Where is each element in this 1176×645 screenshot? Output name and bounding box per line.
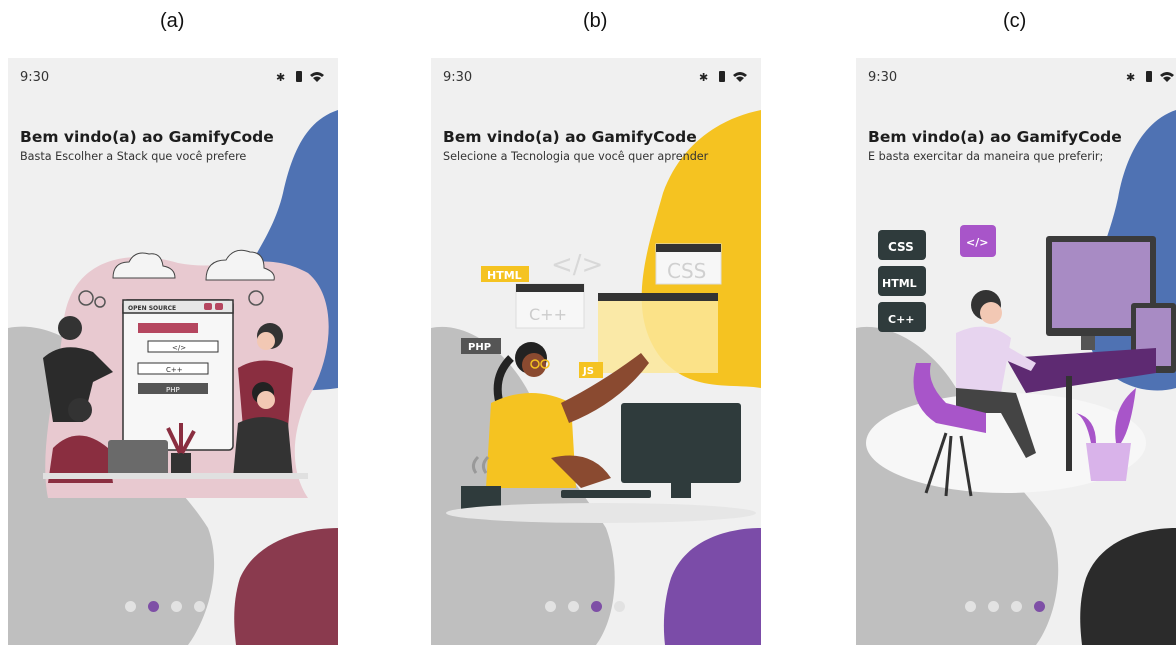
- page-dot-4-active[interactable]: [1034, 601, 1045, 612]
- page-dot-3[interactable]: [1011, 601, 1022, 612]
- tech-illustration: </> CSS HTML C++ PHP JS: [446, 243, 756, 523]
- onboarding-screen-c: 9:30 ✱ Bem vindo(a) ao GamifyCode E bast…: [856, 58, 1176, 645]
- onboarding-screen-b: 9:30 ✱ Bem vindo(a) ao GamifyCode Seleci…: [431, 58, 761, 645]
- code-tag: </>: [172, 344, 186, 352]
- code-badge: </>: [966, 236, 988, 249]
- code-glyph: </>: [551, 250, 603, 280]
- page-dot-4[interactable]: [614, 601, 625, 612]
- php-tag: PHP: [166, 386, 180, 394]
- panel-label-a: (a): [160, 10, 185, 32]
- sign-label: OPEN SOURCE: [128, 305, 176, 312]
- team-illustration: OPEN SOURCE </> C++ PHP: [43, 249, 329, 498]
- page-dot-1[interactable]: [965, 601, 976, 612]
- panel-label-b: (b): [583, 10, 608, 32]
- js-tag: JS: [582, 366, 594, 377]
- panel-label-c: (c): [1003, 10, 1027, 32]
- html-tag: HTML: [882, 277, 917, 290]
- page-indicator: [545, 601, 625, 612]
- page-indicator: [125, 601, 205, 612]
- cpp-tag: C++: [166, 366, 183, 374]
- page-dot-2[interactable]: [988, 601, 999, 612]
- onboarding-screen-a: 9:30 ✱ Bem vindo(a) ao GamifyCode Basta …: [8, 58, 338, 645]
- page-dot-1[interactable]: [545, 601, 556, 612]
- html-tag: HTML: [487, 269, 522, 282]
- page-dot-3[interactable]: [171, 601, 182, 612]
- page-dot-2[interactable]: [568, 601, 579, 612]
- cpp-label: C++: [529, 305, 567, 324]
- page-dot-2-active[interactable]: [148, 601, 159, 612]
- css-tag: CSS: [888, 240, 914, 254]
- cpp-tag: C++: [888, 313, 915, 326]
- php-tag: PHP: [468, 342, 491, 353]
- page-indicator: [965, 601, 1045, 612]
- css-label: CSS: [667, 259, 706, 283]
- developer-illustration: CSS HTML C++ </>: [866, 225, 1176, 497]
- page-dot-1[interactable]: [125, 601, 136, 612]
- page-dot-3-active[interactable]: [591, 601, 602, 612]
- page-dot-4[interactable]: [194, 601, 205, 612]
